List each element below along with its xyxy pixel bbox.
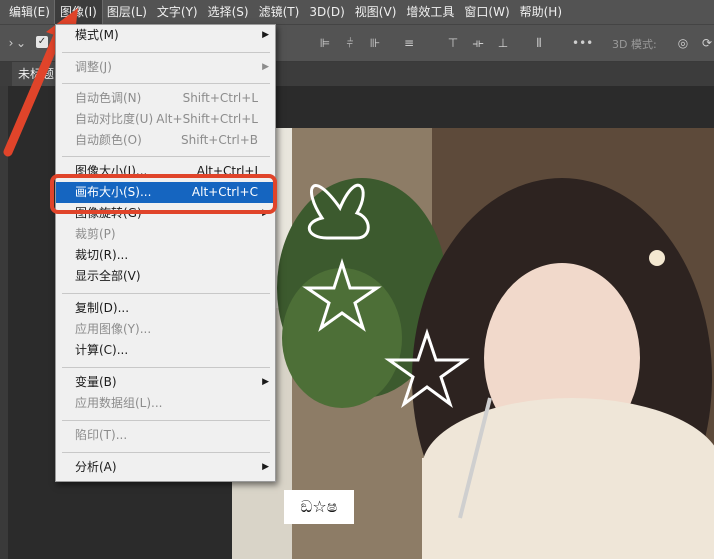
menu-item-adjust[interactable]: 调整(J) ▶ [56,57,275,78]
align-left-icon[interactable]: ⊫ [318,36,332,50]
menu-help[interactable]: 帮助(H) [515,0,567,24]
rotate-3d-icon[interactable]: ⟳ [700,36,714,50]
menu-bar: 编辑(E) 图像(I) 图层(L) 文字(Y) 选择(S) 滤镜(T) 3D(D… [0,0,714,25]
menu-type[interactable]: 文字(Y) [152,0,203,24]
image-menu-dropdown: 模式(M) ▶ 调整(J) ▶ 自动色调(N) Shift+Ctrl+L 自动对… [55,24,276,482]
menu-item-auto-contrast[interactable]: 自动对比度(U) Alt+Shift+Ctrl+L [56,109,275,130]
menu-item-mode[interactable]: 模式(M) ▶ [56,25,275,46]
submenu-arrow-icon: ▶ [262,462,269,472]
menu-edit[interactable]: 编辑(E) [4,0,55,24]
submenu-arrow-icon: ▶ [262,377,269,387]
menu-separator [62,293,270,294]
sticker-badge: ඞ☆ෂ [284,490,354,524]
menu-image[interactable]: 图像(I) [53,0,103,25]
tools-panel [0,86,8,559]
menu-item-reveal-all[interactable]: 显示全部(V) [56,266,275,287]
annotation-highlight-box [50,174,277,214]
menu-item-calculations[interactable]: 计算(C)... [56,340,275,361]
menu-item-apply-data-set[interactable]: 应用数据组(L)... [56,393,275,414]
align-top-icon[interactable]: ⊤ [446,36,460,50]
menu-item-trim[interactable]: 裁切(R)... [56,245,275,266]
menu-separator [62,420,270,421]
submenu-arrow-icon: ▶ [262,30,269,40]
menu-select[interactable]: 选择(S) [203,0,254,24]
menu-plugins[interactable]: 增效工具 [401,0,459,24]
align-hcenter-icon[interactable]: ⫩ [343,36,357,50]
menu-item-crop[interactable]: 裁剪(P) [56,224,275,245]
menu-layer[interactable]: 图层(L) [102,0,152,24]
orbit-3d-icon[interactable]: ◎ [676,36,690,50]
menu-view[interactable]: 视图(V) [350,0,402,24]
menu-item-analysis[interactable]: 分析(A) ▶ [56,457,275,478]
align-bottom-icon[interactable]: ⊥ [496,36,510,50]
menu-item-variables[interactable]: 变量(B) ▶ [56,372,275,393]
more-options-icon[interactable]: ••• [572,36,593,50]
align-right-icon[interactable]: ⊪ [368,36,382,50]
mode-3d-label: 3D 模式: [612,38,657,51]
menu-separator [62,52,270,53]
menu-window[interactable]: 窗口(W) [459,0,514,24]
menu-separator [62,452,270,453]
distribute-vertical-icon[interactable]: ⫴ [532,36,546,50]
menu-item-auto-tone[interactable]: 自动色调(N) Shift+Ctrl+L [56,88,275,109]
menu-separator [62,367,270,368]
chevron-down-icon[interactable]: ⌄ [14,36,28,50]
align-vcenter-icon[interactable]: ⟛ [471,36,485,50]
menu-filter[interactable]: 滤镜(T) [254,0,305,24]
menu-separator [62,156,270,157]
menu-item-auto-color[interactable]: 自动颜色(O) Shift+Ctrl+B [56,130,275,151]
submenu-arrow-icon: ▶ [262,62,269,72]
menu-item-trap[interactable]: 陷印(T)... [56,425,275,446]
menu-item-apply-image[interactable]: 应用图像(Y)... [56,319,275,340]
checkbox-icon[interactable]: ✓ [36,36,48,48]
distribute-icon[interactable]: ≡ [402,36,416,50]
menu-separator [62,83,270,84]
menu-3d[interactable]: 3D(D) [304,0,349,24]
menu-item-duplicate[interactable]: 复制(D)... [56,298,275,319]
